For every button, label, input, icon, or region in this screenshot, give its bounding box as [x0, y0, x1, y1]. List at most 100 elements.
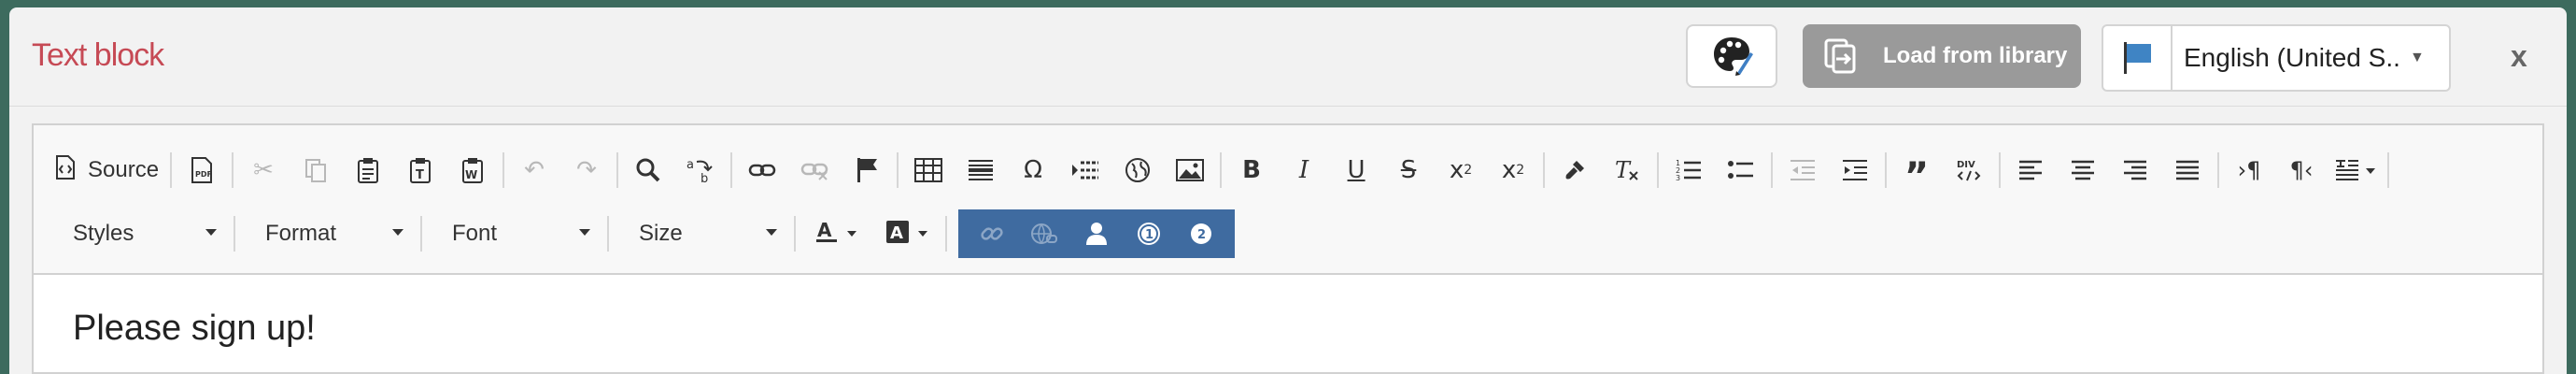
svg-text:A: A	[817, 219, 832, 241]
remove-format-icon[interactable]: T	[1601, 146, 1653, 194]
toolbar-separator	[1771, 152, 1774, 188]
text-direction-ltr-icon[interactable]: ›¶	[2223, 146, 2275, 194]
copy-icon[interactable]	[290, 146, 342, 194]
strikethrough-icon[interactable]: S	[1382, 146, 1435, 194]
bulleted-list-icon[interactable]	[1715, 146, 1767, 194]
toolbar-separator	[794, 216, 796, 252]
flag-icon	[2103, 26, 2173, 90]
svg-text:T: T	[1615, 157, 1632, 183]
editor-content[interactable]: Please sign up!	[73, 309, 316, 349]
source-button[interactable]: Source	[47, 146, 166, 194]
editor-toolbar: Source PDF ✂ T W ↶ ↷ a b Ω B I U S x 2 x…	[34, 125, 2542, 275]
find-icon[interactable]	[622, 146, 674, 194]
language-value: English (United S...	[2184, 43, 2400, 72]
text-color-button[interactable]: A	[800, 209, 870, 258]
unlink-icon[interactable]	[788, 146, 841, 194]
styles-dropdown[interactable]: Styles	[47, 209, 230, 258]
replace-icon[interactable]: ab	[674, 146, 727, 194]
cut-icon[interactable]: ✂	[237, 146, 290, 194]
svg-text:A: A	[890, 223, 903, 243]
numbered-list-icon[interactable]: 123	[1663, 146, 1715, 194]
plugin-globe-link-icon[interactable]	[1018, 209, 1070, 258]
svg-text:W: W	[465, 168, 477, 181]
table-icon[interactable]	[902, 146, 955, 194]
image-icon[interactable]	[1164, 146, 1216, 194]
size-dropdown[interactable]: Size	[613, 209, 790, 258]
toolbar-separator	[170, 152, 173, 188]
page-break-icon[interactable]	[1059, 146, 1111, 194]
align-right-icon[interactable]	[2109, 146, 2161, 194]
plugin-link-icon[interactable]	[966, 209, 1018, 258]
blockquote-icon[interactable]: ”	[1890, 146, 1943, 198]
background-color-button[interactable]: A	[870, 209, 941, 258]
create-div-icon[interactable]: DIV	[1943, 146, 1995, 194]
svg-text:a: a	[686, 158, 694, 172]
plugin-number-one-icon[interactable]: 1	[1123, 209, 1175, 258]
toolbar-separator	[502, 152, 505, 188]
styles-label: Styles	[73, 221, 134, 246]
toolbar-separator	[2217, 152, 2220, 188]
toolbar-separator	[1999, 152, 2002, 188]
load-from-library-label: Load from library	[1883, 43, 2068, 68]
underline-icon[interactable]: U	[1330, 146, 1382, 194]
toolbar-separator	[234, 216, 235, 252]
toolbar-separator	[1220, 152, 1223, 188]
language-select[interactable]: English (United S... ▼	[2102, 24, 2451, 92]
toolbar-separator	[616, 152, 619, 188]
background-color-icon: A	[885, 219, 911, 250]
toolbar-separator	[1885, 152, 1888, 188]
modal-header: Text block Load from library English (Un…	[9, 7, 2567, 107]
align-center-icon[interactable]	[2057, 146, 2109, 194]
custom-plugin-group: 1 2	[958, 209, 1235, 258]
plugin-user-icon[interactable]	[1070, 209, 1123, 258]
paste-icon[interactable]	[342, 146, 394, 194]
toolbar-separator	[1657, 152, 1660, 188]
text-direction-rtl-icon[interactable]: ¶‹	[2275, 146, 2328, 194]
source-label: Source	[88, 157, 160, 182]
subscript-icon[interactable]: x2	[1435, 146, 1487, 194]
paste-word-icon[interactable]: W	[446, 146, 499, 194]
align-justify-icon[interactable]	[2161, 146, 2214, 194]
font-label: Font	[452, 221, 498, 246]
horizontal-line-icon[interactable]	[955, 146, 1007, 194]
superscript-icon[interactable]: x2	[1487, 146, 1539, 194]
plugin-number-two-icon[interactable]: 2	[1175, 209, 1227, 258]
modal-title: Text block	[32, 37, 164, 73]
increase-indent-icon[interactable]	[1829, 146, 1881, 194]
undo-icon[interactable]: ↶	[508, 146, 560, 194]
anchor-flag-icon[interactable]	[841, 146, 893, 194]
chevron-down-icon	[392, 229, 403, 236]
align-left-icon[interactable]	[2004, 146, 2057, 194]
copy-formatting-brush-icon[interactable]	[1549, 146, 1601, 194]
text-color-icon: A	[814, 219, 840, 250]
svg-text:3: 3	[1676, 174, 1680, 182]
paste-text-icon[interactable]: T	[394, 146, 446, 194]
size-label: Size	[639, 221, 683, 246]
chevron-down-icon	[205, 229, 217, 236]
link-icon[interactable]	[736, 146, 788, 194]
decrease-indent-icon[interactable]	[1776, 146, 1829, 194]
modal-dialog: Text block Load from library English (Un…	[9, 7, 2567, 374]
svg-text:2: 2	[1197, 228, 1206, 242]
toolbar-separator	[232, 152, 234, 188]
load-from-library-button[interactable]: Load from library	[1803, 24, 2081, 88]
export-pdf-icon[interactable]: PDF	[176, 146, 228, 194]
theme-palette-button[interactable]	[1686, 24, 1777, 88]
palette-icon	[1709, 32, 1754, 81]
toolbar-row-1: Source PDF ✂ T W ↶ ↷ a b Ω B I U S x 2 x…	[47, 146, 2393, 198]
toolbar-separator	[2387, 152, 2390, 188]
chevron-down-icon	[847, 231, 856, 237]
special-character-icon[interactable]: Ω	[1007, 146, 1059, 194]
toolbar-separator	[730, 152, 733, 188]
language-menu-icon[interactable]	[2328, 146, 2384, 194]
iframe-globe-icon[interactable]	[1111, 146, 1164, 194]
redo-icon[interactable]: ↷	[560, 146, 613, 194]
close-button[interactable]: x	[2511, 39, 2527, 74]
svg-text:DIV: DIV	[1957, 160, 1975, 170]
italic-icon[interactable]: I	[1278, 146, 1330, 194]
bold-icon[interactable]: B	[1225, 146, 1278, 194]
chevron-down-icon	[918, 231, 927, 237]
format-dropdown[interactable]: Format	[239, 209, 417, 258]
toolbar-separator	[945, 216, 947, 252]
font-dropdown[interactable]: Font	[426, 209, 603, 258]
